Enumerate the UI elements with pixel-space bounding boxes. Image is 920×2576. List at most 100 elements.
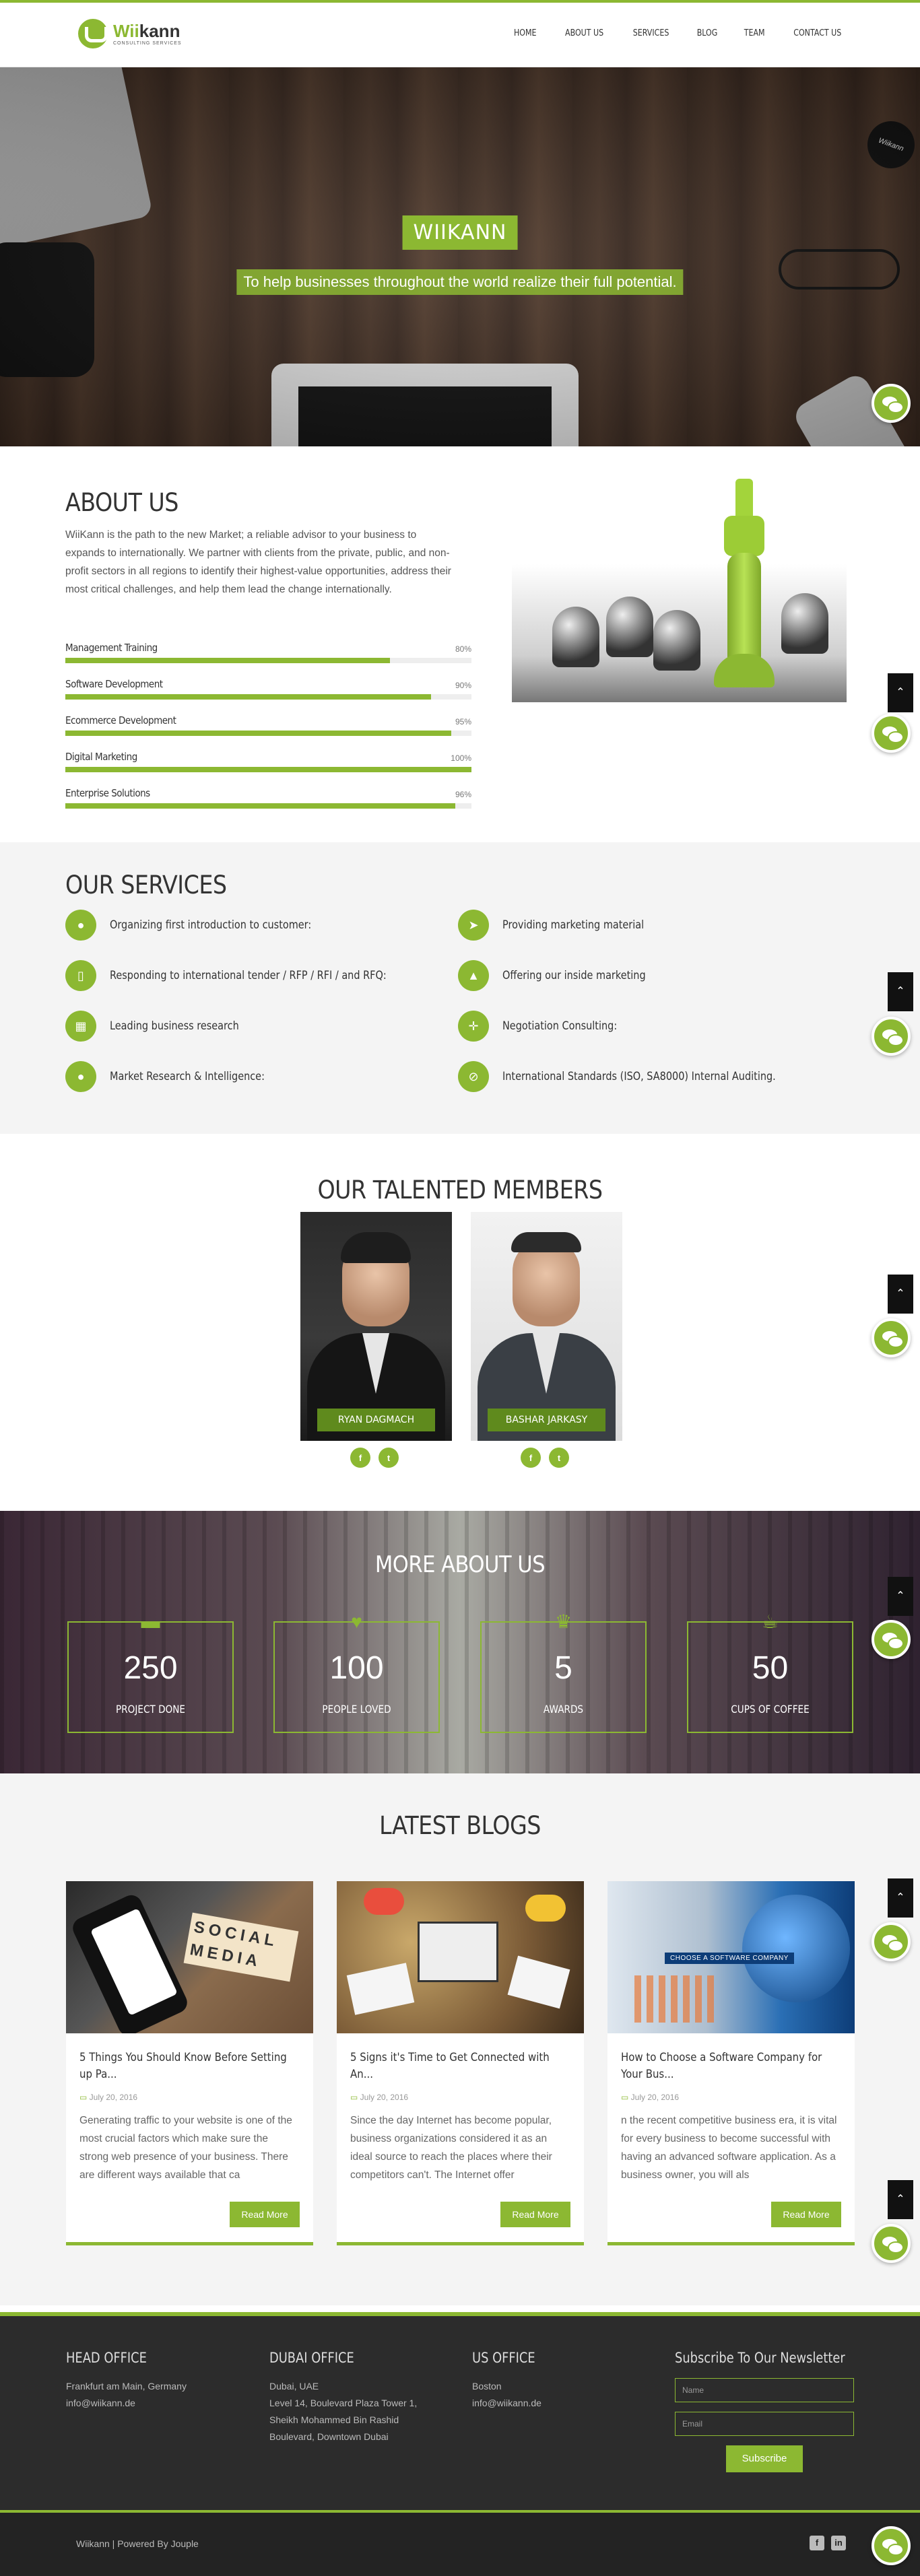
blog-date: July 20, 2016 [621,2093,841,2102]
read-more-button[interactable]: Read More [771,2202,841,2227]
team-section: OUR TALENTED MEMBERS RYAN DAGMACH f t BA… [0,1134,920,1511]
scroll-to-top-button[interactable]: ⌃ [888,2180,913,2219]
stat-number: 100 [329,1650,384,1686]
blog-title[interactable]: 5 Things You Should Know Before Setting … [79,2049,299,2083]
head-office: HEAD OFFICE Frankfurt am Main, Germany i… [66,2350,187,2412]
hero-title: WIIKANN [402,215,518,250]
blog-title[interactable]: 5 Signs it's Time to Get Connected with … [350,2049,570,2083]
service-label: Offering our inside marketing [502,969,646,982]
logo-tagline: CONSULTING SERVICES [113,40,182,46]
read-more-button[interactable]: Read More [500,2202,570,2227]
newsletter-name-input[interactable]: Name [675,2378,854,2402]
nav-home[interactable]: HOME [514,28,537,38]
stats-section: MORE ABOUT US ▬ 250 PROJECT DONE ♥ 100 P… [0,1511,920,1773]
skill-label: Digital Marketing [65,751,137,763]
bottom-bar: Wiikann | Powered By Jouple f in [0,2510,920,2576]
linkedin-icon[interactable]: in [831,2536,846,2550]
about-section: ABOUT US WiiKann is the path to the new … [0,446,920,842]
head-office-email[interactable]: info@wiikann.de [66,2395,187,2412]
stat-box: ☕ 50 CUPS OF COFFEE [687,1611,853,1733]
scroll-to-top-button[interactable]: ⌃ [888,1275,913,1314]
hero-tablet-image [271,364,579,446]
chat-bubble-icon[interactable] [872,714,911,753]
chat-bubble-icon[interactable] [872,2526,911,2565]
twitter-icon[interactable]: t [549,1448,569,1468]
skill-label: Ecommerce Development [65,714,176,726]
stat-caption: PEOPLE LOVED [322,1703,391,1716]
head-office-title: HEAD OFFICE [66,2350,147,2366]
member-name: RYAN DAGMACH [317,1409,435,1431]
chat-bubble-icon[interactable] [872,1922,911,1961]
hero-banner: Wiikann WIIKANN To help businesses throu… [0,67,920,446]
service-label: Responding to international tender / RFP… [110,969,387,982]
copyright-credit: Wiikann | Powered By Jouple [76,2538,199,2549]
chat-bubble-icon[interactable] [872,1620,911,1659]
site-logo[interactable]: Wiikann CONSULTING SERVICES [78,19,182,48]
subscribe-button[interactable]: Subscribe [726,2445,803,2472]
dubai-office-line: Boulevard, Downtown Dubai [269,2431,389,2442]
skill-label: Enterprise Solutions [65,787,150,799]
nav-contact-us[interactable]: CONTACT US [794,28,842,38]
service-label: Market Research & Intelligence: [110,1070,265,1083]
blog-image[interactable]: CHOOSE A SOFTWARE COMPANY [607,1881,855,2033]
briefcase-icon: ▬ [141,1611,160,1632]
skill-enterprise-solutions: Enterprise Solutions 96% [65,787,471,809]
chat-bubble-icon[interactable] [872,384,911,423]
nav-services[interactable]: SERVICES [633,28,669,38]
blog-image-caption: CHOOSE A SOFTWARE COMPANY [665,1953,794,1964]
blog-title[interactable]: How to Choose a Software Company for You… [621,2049,841,2083]
chat-bubble-icon[interactable] [872,1017,911,1056]
hero-laptop-image [0,67,154,252]
scroll-to-top-button[interactable]: ⌃ [888,1577,913,1616]
facebook-icon[interactable]: f [521,1448,541,1468]
heart-icon: ♥ [351,1611,362,1632]
skill-percent: 80% [455,644,471,654]
service-item: ● Market Research & Intelligence: [65,1061,292,1092]
chess-image [512,472,847,702]
logo-name: Wiikann [113,20,180,41]
trophy-icon: ♛ [554,1611,572,1632]
chat-bubble-icon[interactable] [872,2224,911,2263]
newsletter-title: Subscribe To Our Newsletter [675,2350,845,2366]
stat-number: 50 [752,1650,789,1686]
about-title: ABOUT US [65,488,178,517]
services-title: OUR SERVICES [65,871,227,900]
nav-blog[interactable]: BLOG [697,28,718,38]
skill-management-training: Management Training 80% [65,642,471,663]
scroll-to-top-button[interactable]: ⌃ [888,673,913,712]
stat-number: 5 [554,1650,572,1686]
member-card[interactable]: RYAN DAGMACH [300,1212,452,1441]
us-office-title: US OFFICE [472,2350,535,2366]
skill-bar [65,731,451,736]
blog-image[interactable]: SOCIAL MEDIA [66,1881,313,2033]
blog-excerpt: Generating traffic to your website is on… [79,2115,292,2181]
scroll-to-top-button[interactable]: ⌃ [888,1878,913,1918]
us-office-email[interactable]: info@wiikann.de [472,2395,546,2412]
skill-bar [65,658,391,663]
twitter-icon[interactable]: t [379,1448,399,1468]
blog-image-caption: SOCIAL MEDIA [183,1912,299,1982]
read-more-button[interactable]: Read More [230,2202,300,2227]
scroll-to-top-button[interactable]: ⌃ [888,972,913,1011]
skill-bar [65,694,431,700]
facebook-icon[interactable]: f [350,1448,370,1468]
service-item: ▦ Leading business research [65,1011,262,1042]
hero-camera-image [0,242,94,377]
blog-image[interactable] [337,1881,584,2033]
member-name: BASHAR JARKASY [488,1409,605,1431]
mobile-icon: ▯ [65,960,96,991]
newsletter-email-input[interactable]: Email [675,2412,854,2436]
dubai-office-line: Dubai, UAE [269,2381,319,2392]
skill-percent: 90% [455,681,471,690]
nav-about-us[interactable]: ABOUT US [565,28,603,38]
facebook-icon[interactable]: f [810,2536,824,2550]
road-icon: ▲ [458,960,489,991]
member-card[interactable]: BASHAR JARKASY [471,1212,622,1441]
hero-puck-logo: Wiikann [861,114,920,175]
skill-percent: 96% [455,790,471,799]
chat-bubble-icon[interactable] [872,1318,911,1357]
service-label: Negotiation Consulting: [502,1019,618,1033]
stat-caption: AWARDS [543,1703,584,1716]
stat-caption: CUPS OF COFFEE [731,1703,810,1716]
nav-team[interactable]: TEAM [744,28,765,38]
